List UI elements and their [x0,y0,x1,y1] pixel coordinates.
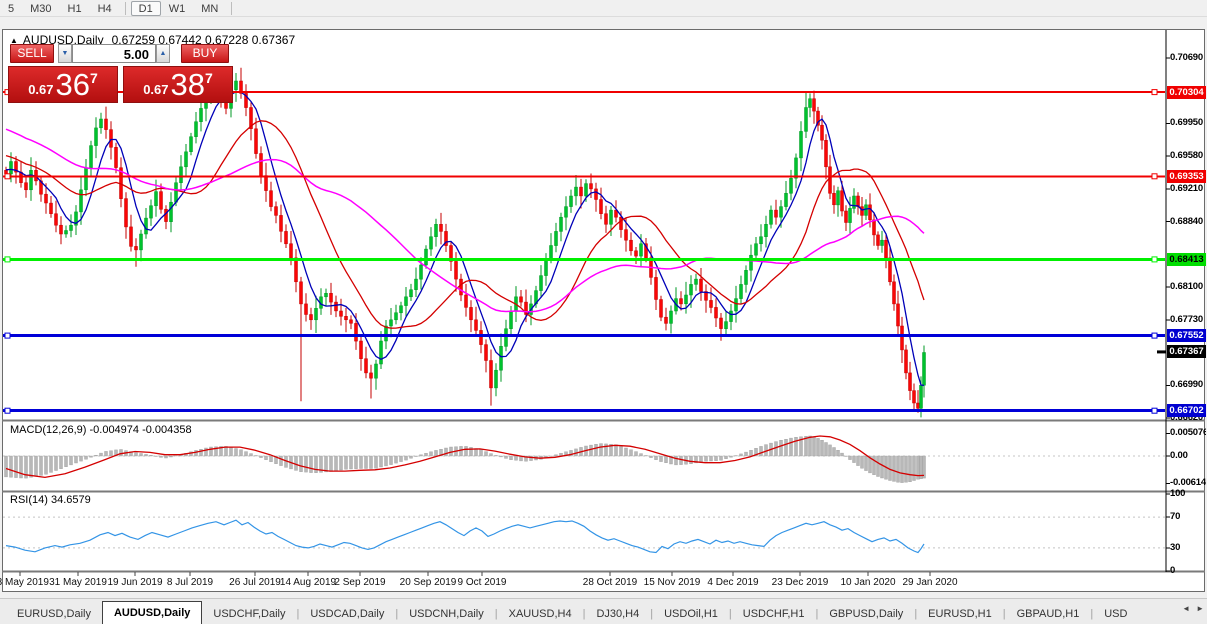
toolbar-separator [231,2,232,15]
timeframe-button-H1[interactable]: H1 [60,1,90,16]
macd-axis-tick: 0.005076 [1170,427,1206,439]
tab-GBPAUD-H1[interactable]: GBPAUD,H1 [1006,604,1091,624]
tab-DJ30-H4[interactable]: DJ30,H4 [585,604,650,624]
sell-price-prefix: 0.67 [28,82,53,97]
tab-USD[interactable]: USD [1093,604,1138,624]
buy-price-prefix: 0.67 [143,82,168,97]
rsi-indicator-label: RSI(14) 34.6579 [10,494,91,506]
trading-platform-window: 5M30H1H4D1W1MN ▲AUDUSD,Daily0.67259 0.67… [0,0,1207,624]
timeframe-button-M30[interactable]: M30 [22,1,59,16]
sell-button[interactable]: SELL [10,44,54,63]
tab-USDCHF-Daily[interactable]: USDCHF,Daily [202,604,296,624]
price-axis-tick: 0.70690 [1170,52,1206,64]
macd-value1: -0.004974 [89,424,139,436]
macd-name: MACD(12,26,9) [10,424,86,436]
buy-price-display[interactable]: 0.67 38 7 [123,66,233,103]
tab-GBPUSD-Daily[interactable]: GBPUSD,Daily [818,604,914,624]
price-line-badge: 0.67552 [1167,329,1206,342]
buy-button[interactable]: BUY [181,44,229,63]
volume-decrease-button[interactable]: ▼ [58,44,72,63]
tab-XAUUSD-H4[interactable]: XAUUSD,H4 [498,604,583,624]
date-axis-label: 13 May 2019 [0,577,49,588]
tab-EURUSD-Daily[interactable]: EURUSD,Daily [6,604,102,624]
price-axis-tick: 0.66990 [1170,379,1206,391]
date-axis-label: 19 Jun 2019 [107,577,162,588]
date-axis-label: 8 Jul 2019 [167,577,213,588]
date-axis-label: 31 May 2019 [49,577,107,588]
price-axis-tick: 0.67730 [1170,314,1206,326]
sell-price-sup: 7 [90,70,98,86]
sell-price-display[interactable]: 0.67 36 7 [8,66,118,103]
tab-USDCHF-H1[interactable]: USDCHF,H1 [732,604,816,624]
timeframe-toolbar: 5M30H1H4 D1W1MN [0,0,1207,17]
buy-price-sup: 7 [205,70,213,86]
price-axis-tick: 0.69580 [1170,150,1206,162]
chart-tab-bar: EURUSD,DailyAUDUSD,DailyUSDCHF,Daily|USD… [0,598,1207,624]
rsi-axis-tick: 100 [1170,488,1206,500]
rsi-axis-tick: 70 [1170,511,1206,523]
date-axis-label: 26 Jul 2019 [229,577,281,588]
arrow-up-icon: ▲ [160,50,167,57]
tab-scroll-arrows: ◄ ► [1178,604,1204,613]
price-axis-tick: 0.69210 [1170,183,1206,195]
timeframe-button-W1[interactable]: W1 [161,1,194,16]
macd-axis-tick: 0.00 [1170,450,1206,462]
timeframe-button-D1[interactable]: D1 [131,1,161,16]
macd-value2: -0.004358 [142,424,192,436]
macd-indicator-label: MACD(12,26,9) -0.004974 -0.004358 [10,424,192,436]
buy-price-big: 38 [171,67,205,102]
price-line-badge: 0.68413 [1167,253,1206,266]
arrow-down-icon: ▼ [62,50,69,57]
tab-scroll-left-icon[interactable]: ◄ [1182,604,1190,613]
volume-input[interactable]: 5.00 [72,44,156,63]
date-axis-label: 20 Sep 2019 [400,577,457,588]
timeframe-button-MN[interactable]: MN [193,1,226,16]
rsi-name: RSI(14) [10,494,48,506]
date-axis-label: 23 Dec 2019 [772,577,829,588]
date-axis-label: 29 Jan 2020 [902,577,957,588]
price-line-badge: 0.70304 [1167,86,1206,99]
tab-AUDUSD-Daily[interactable]: AUDUSD,Daily [102,601,202,624]
rsi-axis-tick: 0 [1170,565,1206,577]
date-axis-label: 4 Dec 2019 [707,577,758,588]
tab-USDOil-H1[interactable]: USDOil,H1 [653,604,729,624]
trade-panel-controls: SELL ▼ 5.00 ▲ BUY [8,44,233,64]
date-axis-label: 15 Nov 2019 [644,577,701,588]
timeframe-button-H4[interactable]: H4 [90,1,120,16]
price-line-badge: 0.67367 [1167,345,1206,358]
date-axis-label: 2 Sep 2019 [334,577,385,588]
date-axis-label: 28 Oct 2019 [583,577,637,588]
sell-price-big: 36 [56,67,90,102]
chart-window[interactable] [2,29,1205,592]
price-axis-tick: 0.69950 [1170,117,1206,129]
tab-USDCNH-Daily[interactable]: USDCNH,Daily [398,604,495,624]
date-axis-label: 10 Jan 2020 [840,577,895,588]
price-axis-tick: 0.68840 [1170,216,1206,228]
date-axis-label: 14 Aug 2019 [280,577,336,588]
volume-increase-button[interactable]: ▲ [156,44,170,63]
tab-USDCAD-Daily[interactable]: USDCAD,Daily [299,604,395,624]
rsi-axis-tick: 30 [1170,542,1206,554]
price-line-badge: 0.66702 [1167,404,1206,417]
toolbar-separator [125,2,126,15]
price-axis-tick: 0.68100 [1170,281,1206,293]
tab-scroll-right-icon[interactable]: ► [1196,604,1204,613]
date-axis-label: 9 Oct 2019 [458,577,507,588]
price-line-badge: 0.69353 [1167,170,1206,183]
timeframe-button-5[interactable]: 5 [0,1,22,16]
tab-EURUSD-H1[interactable]: EURUSD,H1 [917,604,1003,624]
rsi-value: 34.6579 [51,494,91,506]
